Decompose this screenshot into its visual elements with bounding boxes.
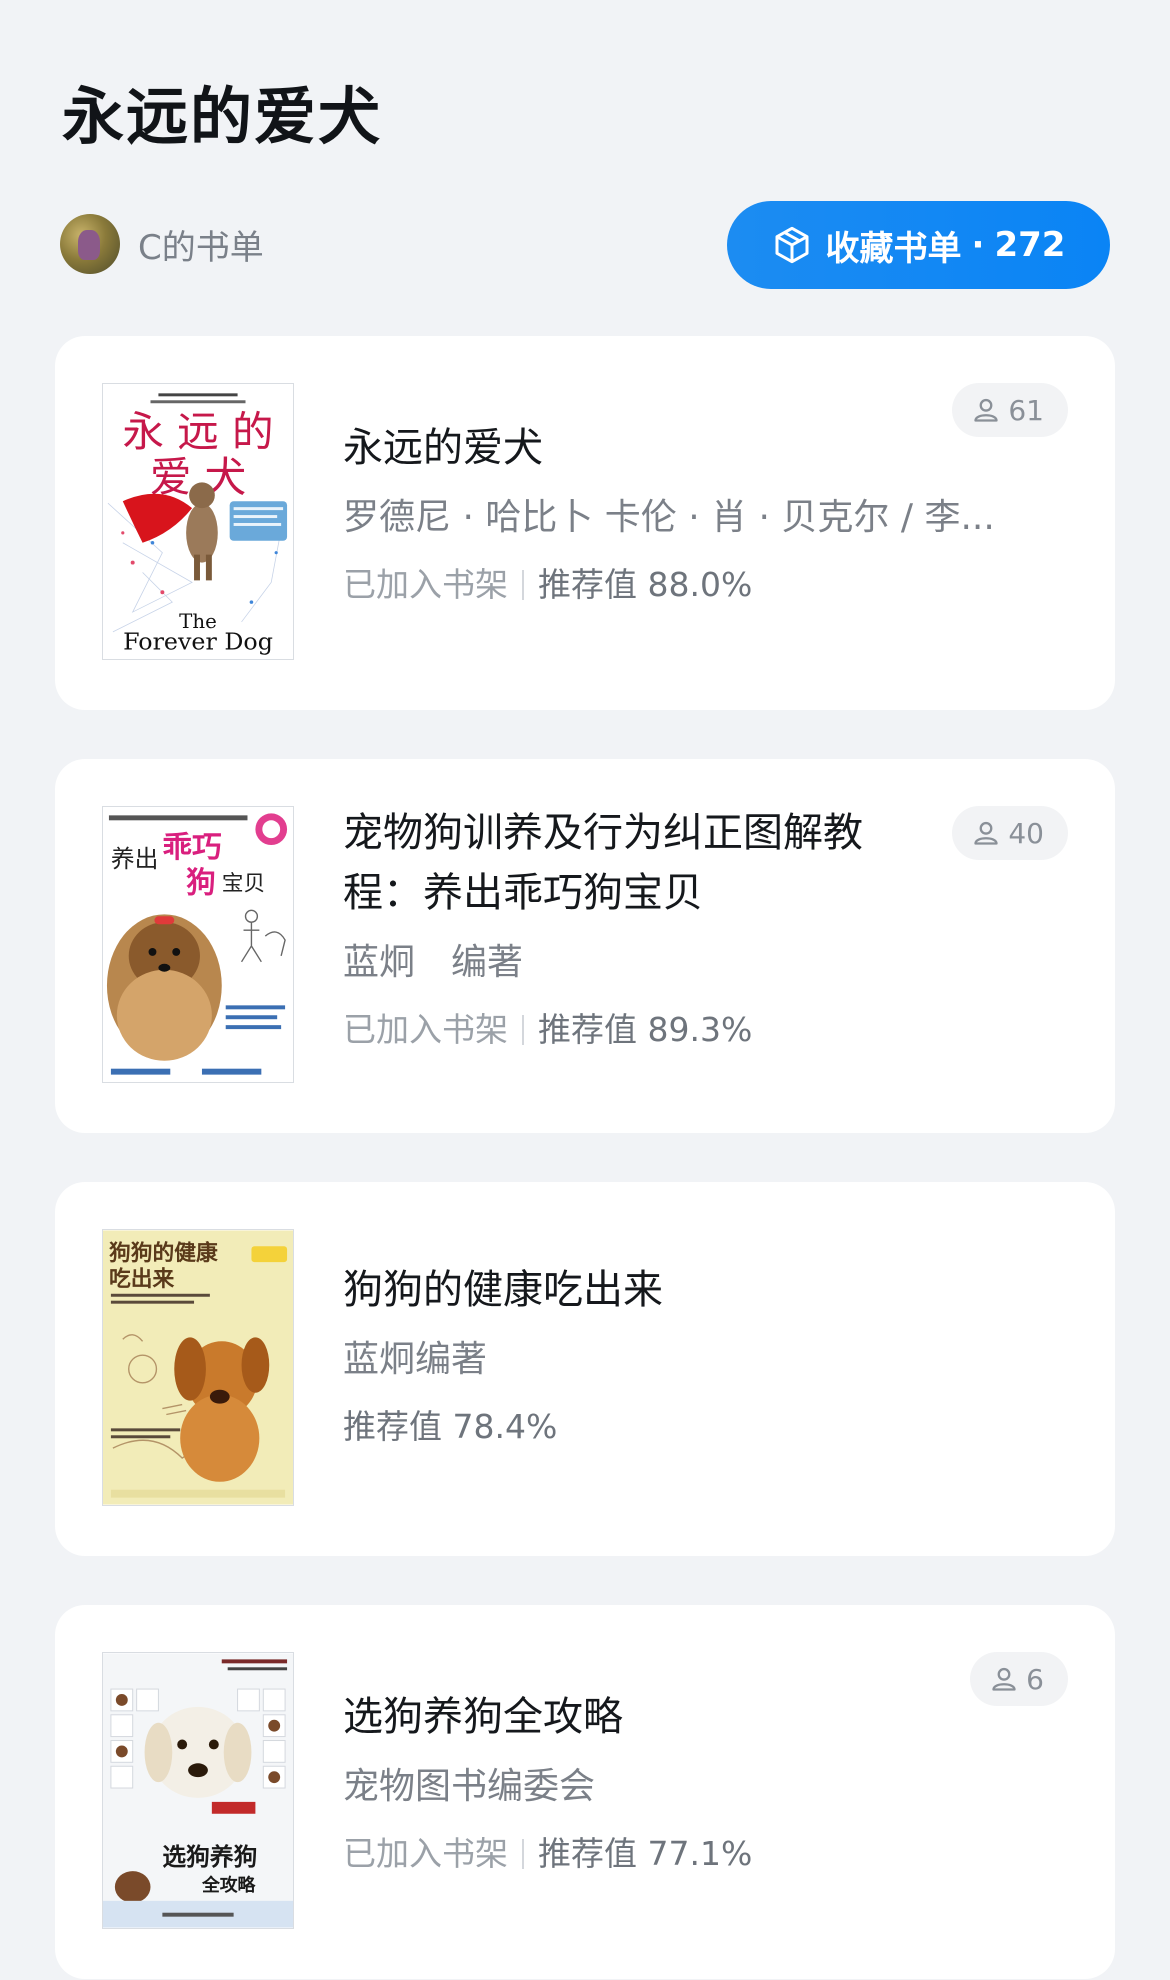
book-cover[interactable]: 狗狗的健康 吃出来: [102, 1229, 294, 1506]
page-title: 永远的爱犬: [62, 80, 383, 153]
book-meta: 推荐值 78.4%: [343, 1402, 1005, 1452]
svg-text:狗: 狗: [186, 865, 216, 900]
person-icon: [974, 821, 999, 845]
svg-text:全攻略: 全攻略: [201, 1874, 257, 1896]
reader-count-badge: 61: [952, 383, 1068, 437]
book-author: 蓝炯编著: [343, 1339, 488, 1380]
book-cover-yorkie: 养出 乖巧 狗 宝贝: [103, 807, 293, 1082]
owner-row[interactable]: C的书单: [60, 212, 264, 276]
book-title[interactable]: 狗狗的健康吃出来: [343, 1260, 1005, 1320]
book-card[interactable]: 养出 乖巧 狗 宝贝 宠物狗训养及行为纠正图解教程：养出乖巧狗宝贝 蓝炯 编著 …: [55, 759, 1115, 1133]
reader-count: 6: [1026, 1662, 1044, 1696]
recommend-value: 推荐值 78.4%: [343, 1407, 558, 1446]
book-cover[interactable]: 选狗养狗 全攻略: [102, 1652, 294, 1929]
reader-count-badge: 6: [970, 1652, 1068, 1706]
book-meta: 已加入书架 推荐值 77.1%: [343, 1829, 1005, 1879]
book-title[interactable]: 宠物狗训养及行为纠正图解教程：养出乖巧狗宝贝: [343, 803, 903, 923]
book-cover-forever-dog: 永 远 的 爱 犬 The Forever Dog: [103, 384, 293, 659]
book-info: 永远的爱犬 罗德尼 · 哈比卜 卡伦 · 肖 · 贝克尔 / 李... 已加入书…: [343, 418, 1005, 610]
reader-count: 40: [1008, 816, 1044, 850]
svg-text:狗狗的健康: 狗狗的健康: [109, 1240, 218, 1266]
book-meta: 已加入书架 推荐值 89.3%: [343, 1005, 1005, 1055]
recommend-value: 推荐值 88.0%: [538, 565, 753, 604]
meta-divider: [522, 1015, 524, 1045]
book-author: 蓝炯 编著: [343, 942, 524, 983]
book-info: 宠物狗训养及行为纠正图解教程：养出乖巧狗宝贝 蓝炯 编著 已加入书架 推荐值 8…: [343, 803, 1005, 1055]
person-icon: [974, 398, 999, 422]
book-title[interactable]: 选狗养狗全攻略: [343, 1687, 1005, 1747]
meta-divider: [522, 570, 524, 600]
cube-icon: [775, 226, 809, 264]
collect-booklist-button[interactable]: 收藏书单 · 272: [727, 201, 1110, 289]
shelf-status: 已加入书架: [343, 1010, 508, 1049]
book-author: 宠物图书编委会: [343, 1766, 596, 1807]
svg-text:选狗养狗: 选狗养狗: [162, 1843, 257, 1871]
svg-text:吃出来: 吃出来: [109, 1266, 175, 1292]
book-info: 狗狗的健康吃出来 蓝炯编著 推荐值 78.4%: [343, 1260, 1005, 1452]
svg-text:永 远 的: 永 远 的: [122, 407, 273, 456]
collect-separator: ·: [971, 225, 985, 265]
book-cover-labrador: 选狗养狗 全攻略: [103, 1653, 293, 1928]
collect-label: 收藏书单: [825, 228, 962, 269]
book-info: 选狗养狗全攻略 宠物图书编委会 已加入书架 推荐值 77.1%: [343, 1687, 1005, 1879]
shelf-status: 已加入书架: [343, 1834, 508, 1873]
svg-text:乖巧: 乖巧: [162, 829, 221, 864]
collect-count: 272: [994, 225, 1066, 265]
book-meta: 已加入书架 推荐值 88.0%: [343, 560, 1005, 610]
meta-divider: [522, 1839, 524, 1869]
book-cover-puppy: 狗狗的健康 吃出来: [103, 1230, 293, 1505]
svg-text:宝贝: 宝贝: [222, 872, 266, 897]
book-title[interactable]: 永远的爱犬: [343, 418, 1005, 478]
book-author: 罗德尼 · 哈比卜 卡伦 · 肖 · 贝克尔 / 李...: [343, 497, 995, 538]
reader-count: 61: [1008, 393, 1044, 427]
avatar[interactable]: [60, 214, 120, 274]
owner-name[interactable]: C的书单: [138, 220, 264, 269]
book-cover[interactable]: 养出 乖巧 狗 宝贝: [102, 806, 294, 1083]
book-card[interactable]: 狗狗的健康 吃出来 狗狗的健康吃出来 蓝炯编著 推荐值 78.4%: [55, 1182, 1115, 1556]
svg-text:Forever Dog: Forever Dog: [123, 628, 273, 656]
shelf-status: 已加入书架: [343, 565, 508, 604]
recommend-value: 推荐值 89.3%: [538, 1010, 753, 1049]
book-card[interactable]: 永 远 的 爱 犬 The Forever Dog 永远的爱犬 罗德尼 · 哈比…: [55, 336, 1115, 710]
book-card[interactable]: 选狗养狗 全攻略 选狗养狗全攻略 宠物图书编委会 已加入书架 推荐值 77.1%…: [55, 1605, 1115, 1979]
book-cover[interactable]: 永 远 的 爱 犬 The Forever Dog: [102, 383, 294, 660]
person-icon: [992, 1667, 1016, 1691]
svg-text:养出: 养出: [111, 845, 159, 873]
reader-count-badge: 40: [952, 806, 1068, 860]
booklist-page: 永远的爱犬 C的书单 收藏书单 · 272 永 远 的 爱 犬 The Fore…: [0, 0, 1170, 1980]
recommend-value: 推荐值 77.1%: [538, 1834, 753, 1873]
